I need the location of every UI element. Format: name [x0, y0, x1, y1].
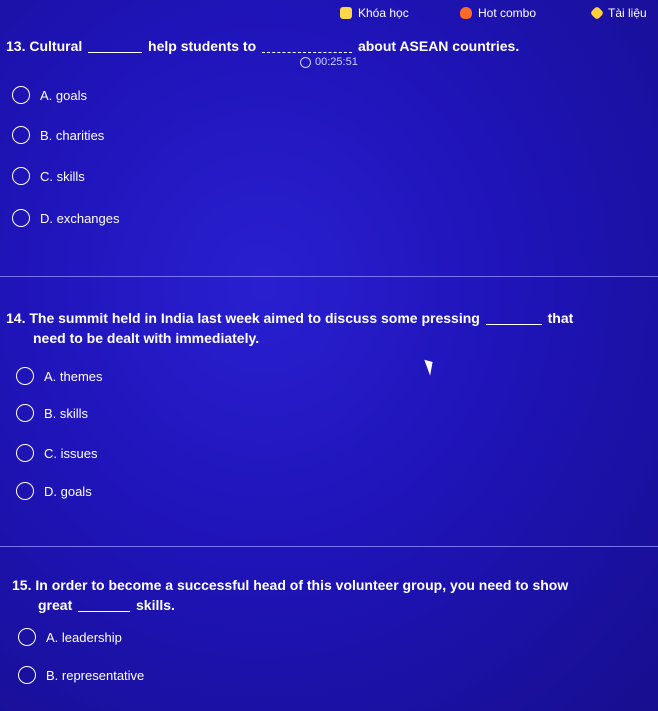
option-label: C. skills	[40, 168, 85, 184]
option-13b[interactable]: B. charities	[12, 126, 104, 144]
radio-button[interactable]	[18, 666, 36, 684]
option-13d[interactable]: D. exchanges	[12, 209, 120, 227]
question-15-line2: great skills.	[38, 595, 638, 615]
answer-blank	[78, 597, 131, 612]
timer-value: 00:25:51	[315, 56, 358, 68]
question-number: 15.	[12, 577, 32, 593]
option-14d[interactable]: D. goals	[16, 482, 92, 500]
answer-blank	[485, 310, 542, 325]
option-label: A. goals	[40, 87, 87, 103]
option-14a[interactable]: A. themes	[16, 367, 103, 385]
top-navigation: Khóa học Hot combo Tài liệu	[0, 0, 658, 28]
question-text: The summit held in India last week aimed…	[29, 310, 480, 326]
question-13: 13. Cultural help students to about ASEA…	[6, 36, 656, 56]
nav-courses[interactable]: Khóa học	[340, 6, 409, 20]
question-text: need to be dealt with immediately.	[33, 330, 260, 346]
question-number: 14.	[6, 310, 26, 326]
question-14-line2: need to be dealt with immediately.	[33, 328, 633, 348]
question-text: skills.	[136, 597, 175, 613]
mouse-cursor-icon	[424, 357, 437, 376]
radio-button[interactable]	[12, 167, 30, 185]
option-label: B. skills	[44, 405, 89, 421]
option-label: C. issues	[44, 445, 98, 461]
question-number: 13.	[6, 38, 26, 54]
nav-documents-label: Tài liệu	[608, 6, 647, 20]
question-text: that	[547, 310, 574, 326]
option-15b[interactable]: B. representative	[18, 666, 144, 684]
option-label: B. representative	[46, 667, 145, 683]
section-divider	[0, 546, 658, 547]
fire-icon	[460, 7, 472, 19]
radio-button[interactable]	[18, 628, 36, 646]
radio-button[interactable]	[16, 367, 34, 385]
question-15: 15. In order to become a successful head…	[12, 575, 652, 595]
nav-hot-combo[interactable]: Hot combo	[460, 6, 536, 20]
question-text: In order to become a successful head of …	[35, 577, 569, 593]
option-label: D. exchanges	[40, 210, 120, 226]
nav-hot-combo-label: Hot combo	[478, 6, 537, 20]
answer-blank	[262, 38, 353, 53]
question-14: 14. The summit held in India last week a…	[6, 308, 656, 328]
answer-blank	[88, 38, 143, 53]
section-divider	[0, 276, 658, 277]
option-13a[interactable]: A. goals	[12, 86, 87, 104]
option-label: B. charities	[40, 127, 105, 143]
courses-icon	[340, 7, 352, 19]
question-text: Cultural	[29, 38, 83, 54]
radio-button[interactable]	[16, 482, 34, 500]
radio-button[interactable]	[12, 86, 30, 104]
option-label: A. leadership	[46, 629, 122, 645]
radio-button[interactable]	[16, 404, 34, 422]
radio-button[interactable]	[12, 209, 30, 227]
clock-icon	[300, 56, 311, 68]
countdown-timer: 00:25:51	[300, 56, 358, 68]
option-label: A. themes	[44, 368, 103, 384]
option-15a[interactable]: A. leadership	[18, 628, 122, 646]
radio-button[interactable]	[16, 444, 34, 462]
option-14b[interactable]: B. skills	[16, 404, 88, 422]
option-13c[interactable]: C. skills	[12, 167, 85, 185]
nav-courses-label: Khóa học	[358, 6, 409, 20]
question-text: great	[38, 597, 73, 613]
documents-icon	[589, 5, 605, 21]
option-14c[interactable]: C. issues	[16, 444, 97, 462]
question-text: about ASEAN countries.	[357, 38, 520, 54]
nav-documents[interactable]: Tài liệu	[589, 5, 647, 21]
radio-button[interactable]	[12, 126, 30, 144]
question-text: help students to	[148, 38, 257, 54]
option-label: D. goals	[44, 483, 92, 499]
